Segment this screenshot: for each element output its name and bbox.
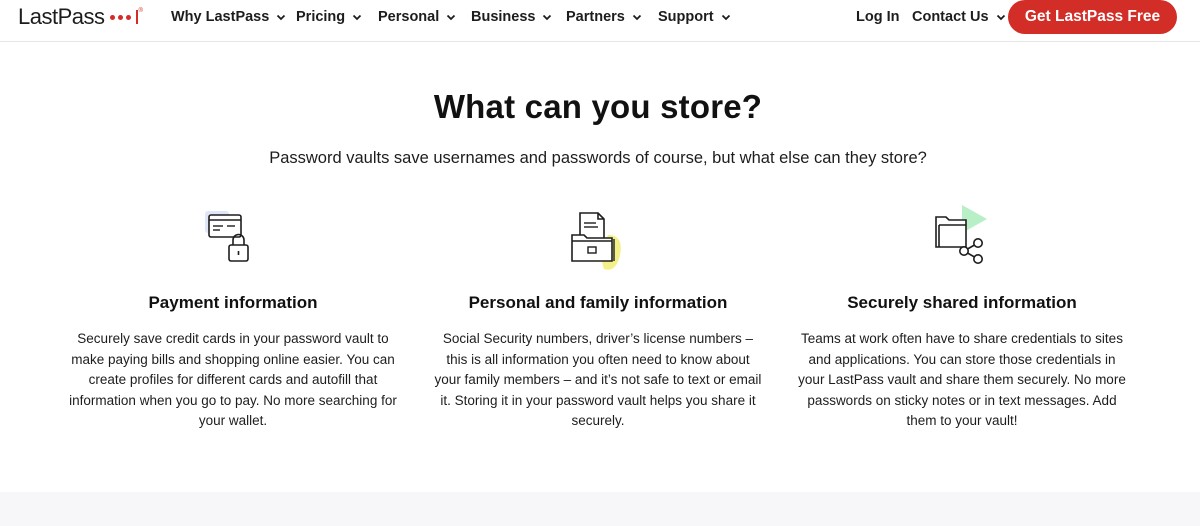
card-description: Securely save credit cards in your passw… xyxy=(69,331,397,428)
chevron-down-icon xyxy=(996,12,1006,22)
top-navigation: LastPass ® Why LastPass Pricing Personal… xyxy=(0,0,1200,42)
next-section-band xyxy=(0,492,1200,526)
nav-item-label: Support xyxy=(658,9,714,25)
card-title: Personal and family information xyxy=(468,293,728,312)
nav-item-label: Pricing xyxy=(296,9,346,25)
nav-contact-us[interactable]: Contact Us xyxy=(912,9,1006,25)
chevron-down-icon xyxy=(276,12,286,22)
card-title: Securely shared information xyxy=(847,293,1077,312)
nav-why-lastpass[interactable]: Why LastPass xyxy=(171,9,286,25)
nav-item-label: Personal xyxy=(378,9,440,25)
login-label: Log In xyxy=(856,9,900,25)
nav-partners[interactable]: Partners xyxy=(566,9,642,25)
lastpass-logo[interactable]: LastPass ® xyxy=(18,4,143,30)
nav-business[interactable]: Business xyxy=(471,9,552,25)
chevron-down-icon xyxy=(352,12,362,22)
credit-card-lock-icon xyxy=(193,205,273,275)
logo-registered-mark: ® xyxy=(138,8,143,14)
nav-support[interactable]: Support xyxy=(658,9,731,25)
page-title: What can you store? xyxy=(433,88,763,125)
logo-wordmark: LastPass xyxy=(18,4,105,29)
nav-personal[interactable]: Personal xyxy=(378,9,456,25)
nav-pricing[interactable]: Pricing xyxy=(296,9,362,25)
login-link[interactable]: Log In xyxy=(856,9,900,25)
card-description: Social Security numbers, driver’s licens… xyxy=(434,331,762,428)
chevron-down-icon xyxy=(542,12,552,22)
nav-item-label: Why LastPass xyxy=(171,9,270,25)
chevron-down-icon xyxy=(632,12,642,22)
feature-card-payment: Payment information Securely save credit… xyxy=(68,205,398,428)
chevron-down-icon xyxy=(721,12,731,22)
nav-item-label: Contact Us xyxy=(912,9,989,25)
shared-folder-icon xyxy=(922,205,1002,275)
feature-card-personal: Personal and family information Social S… xyxy=(432,205,764,428)
chevron-down-icon xyxy=(446,12,456,22)
card-title: Payment information xyxy=(148,293,318,312)
page-subtitle: Password vaults save usernames and passw… xyxy=(269,149,927,167)
logo-dots-icon xyxy=(109,10,138,24)
feature-card-shared: Securely shared information Teams at wor… xyxy=(795,205,1129,428)
card-description: Teams at work often have to share creden… xyxy=(798,331,1126,428)
get-lastpass-free-button[interactable]: Get LastPass Free xyxy=(1008,0,1177,34)
document-folder-icon xyxy=(558,205,638,275)
nav-item-label: Partners xyxy=(566,9,625,25)
nav-item-label: Business xyxy=(471,9,536,25)
